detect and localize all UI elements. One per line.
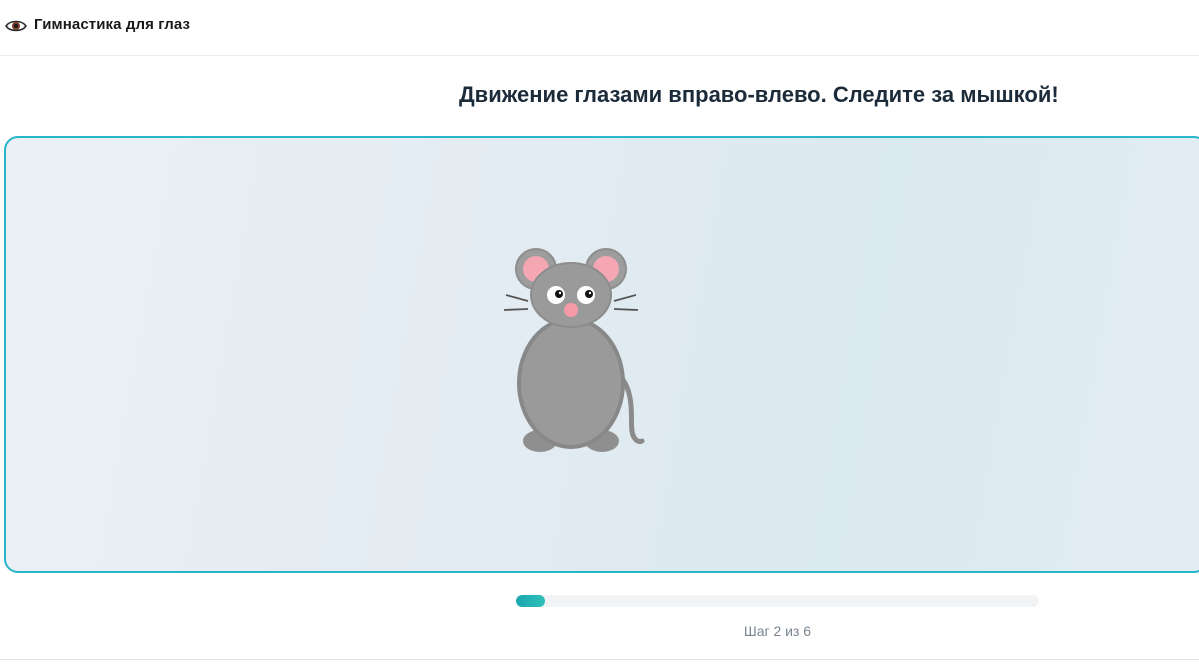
exercise-stage <box>4 136 1199 573</box>
app-title: Гимнастика для глаз <box>34 16 191 33</box>
mouse-character <box>503 248 645 452</box>
app-header: Гимнастика для глаз <box>0 0 1199 56</box>
eye-icon <box>5 20 27 32</box>
exercise-instruction: Движение глазами вправо-влево. Следите з… <box>459 82 1059 107</box>
step-indicator: Шаг 2 из 6 <box>743 623 812 639</box>
footer-divider <box>0 659 1199 660</box>
app-window: Гимнастика для глаз Движение глазами впр… <box>0 0 1199 664</box>
progress-bar <box>516 595 1039 607</box>
progress-fill <box>516 595 545 607</box>
